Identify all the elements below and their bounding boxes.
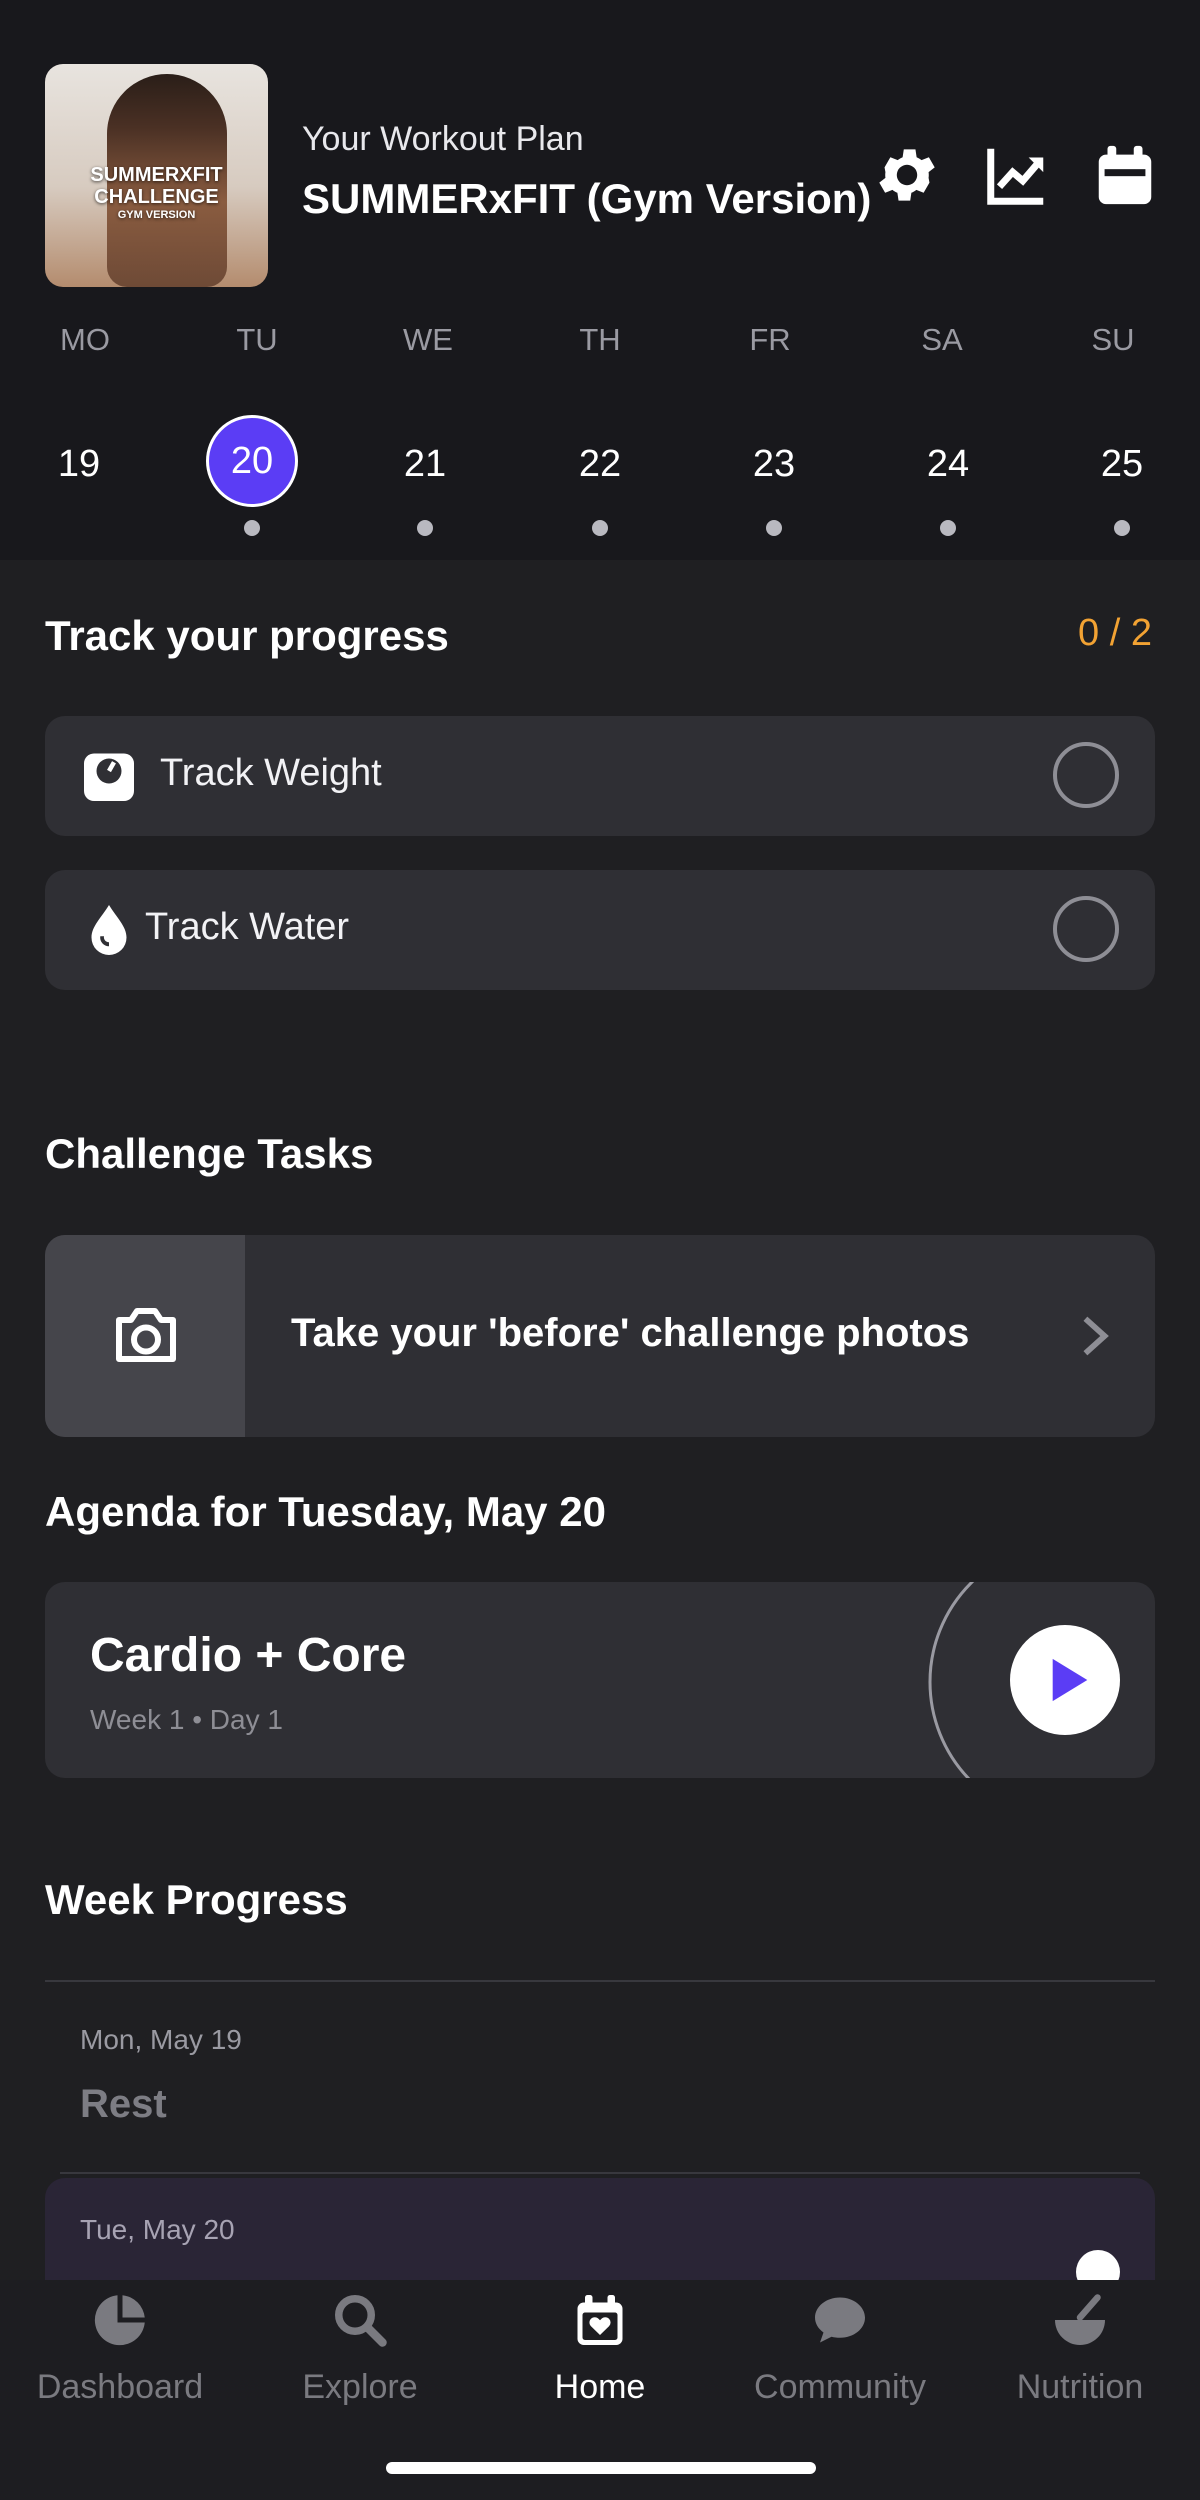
workout-subtitle: Week 1 • Day 1 — [90, 1704, 283, 1735]
workout-dot — [1114, 520, 1130, 536]
track-weight-label: Track Weight — [160, 752, 382, 794]
plan-label: Your Workout Plan — [302, 120, 584, 158]
workout-title: Cardio + Core — [90, 1629, 407, 1682]
gear-icon[interactable] — [872, 140, 942, 210]
tab-home[interactable]: Home — [480, 2280, 720, 2420]
date-24[interactable]: 24 — [898, 443, 998, 486]
date-row: 19 20 21 22 23 24 25 — [0, 415, 1200, 555]
workout-dot — [940, 520, 956, 536]
week-progress-day: Tue, May 20 — [80, 2214, 235, 2245]
tab-nutrition[interactable]: Nutrition — [960, 2280, 1200, 2420]
workout-dot — [766, 520, 782, 536]
thumbnail-line-3: GYM VERSION — [117, 209, 196, 221]
weekday-label: SU — [1091, 322, 1135, 357]
workout-dot — [592, 520, 608, 536]
track-weight-checkbox[interactable] — [1053, 742, 1119, 808]
tab-dashboard[interactable]: Dashboard — [0, 2280, 240, 2420]
scale-icon — [79, 746, 139, 806]
date-19[interactable]: 19 — [29, 443, 129, 486]
tab-explore[interactable]: Explore — [240, 2280, 480, 2420]
weekday-label: SA — [921, 322, 963, 357]
weekday-label: FR — [749, 322, 791, 357]
camera-icon-box — [45, 1235, 245, 1437]
track-water-card[interactable]: Track Water — [45, 870, 1155, 990]
weekday-label: TH — [579, 322, 621, 357]
before-photos-task[interactable]: Take your 'before' challenge photos — [45, 1235, 1155, 1437]
workout-dot — [244, 520, 260, 536]
trend-chart-icon[interactable] — [982, 140, 1052, 210]
header: SUMMERXFIT CHALLENGE GYM VERSION Your Wo… — [0, 0, 1200, 560]
date-21[interactable]: 21 — [375, 443, 475, 486]
date-22[interactable]: 22 — [550, 443, 650, 486]
tab-community[interactable]: Community — [720, 2280, 960, 2420]
search-icon — [330, 2290, 390, 2350]
chat-bubble-icon — [810, 2290, 870, 2350]
weekday-label: WE — [403, 322, 453, 357]
water-drop-icon — [79, 900, 139, 960]
week-progress-day: Mon, May 19 — [80, 2024, 242, 2055]
week-progress-status: Rest — [80, 2082, 167, 2126]
camera-icon — [116, 1308, 176, 1362]
date-20-selected[interactable]: 20 — [206, 415, 298, 507]
agenda-title: Agenda for Tuesday, May 20 — [45, 1488, 606, 1535]
bowl-icon — [1050, 2290, 1110, 2350]
pie-chart-icon — [90, 2290, 150, 2350]
weekday-row: MO TU WE TH FR SA SU — [0, 322, 1200, 362]
tab-label: Explore — [302, 2368, 418, 2406]
progress-section-title: Track your progress — [45, 612, 449, 659]
weekday-label: TU — [236, 322, 278, 357]
play-button[interactable] — [1010, 1625, 1120, 1735]
track-water-label: Track Water — [145, 906, 350, 948]
week-progress-title: Week Progress — [45, 1876, 348, 1923]
track-water-checkbox[interactable] — [1053, 896, 1119, 962]
progress-count: 0 / 2 — [1078, 612, 1152, 654]
chevron-right-icon — [1083, 1316, 1109, 1356]
thumbnail-line-1: SUMMERXFIT — [90, 164, 223, 186]
plan-name[interactable]: SUMMERxFIT (Gym Version) — [302, 175, 871, 223]
home-indicator — [386, 2462, 816, 2474]
tab-label: Community — [754, 2368, 926, 2406]
tab-label: Nutrition — [1016, 2368, 1144, 2406]
thumbnail-text: SUMMERXFIT CHALLENGE GYM VERSION — [45, 164, 268, 222]
tab-label: Dashboard — [36, 2368, 204, 2406]
calendar-icon[interactable] — [1090, 140, 1160, 210]
before-photos-label: Take your 'before' challenge photos — [291, 1311, 970, 1355]
thumbnail-line-2: CHALLENGE — [94, 186, 219, 208]
calendar-heart-icon — [570, 2290, 630, 2350]
divider — [45, 1980, 1155, 1982]
play-icon — [1052, 1658, 1088, 1702]
weekday-label: MO — [60, 322, 110, 357]
workout-card[interactable]: Cardio + Core Week 1 • Day 1 — [45, 1582, 1155, 1778]
workout-dot — [417, 520, 433, 536]
track-weight-card[interactable]: Track Weight — [45, 716, 1155, 836]
plan-thumbnail[interactable]: SUMMERXFIT CHALLENGE GYM VERSION — [45, 64, 268, 287]
date-25[interactable]: 25 — [1072, 443, 1172, 486]
divider — [60, 2172, 1140, 2174]
tab-label: Home — [554, 2368, 646, 2406]
date-23[interactable]: 23 — [724, 443, 824, 486]
challenge-tasks-title: Challenge Tasks — [45, 1130, 374, 1177]
